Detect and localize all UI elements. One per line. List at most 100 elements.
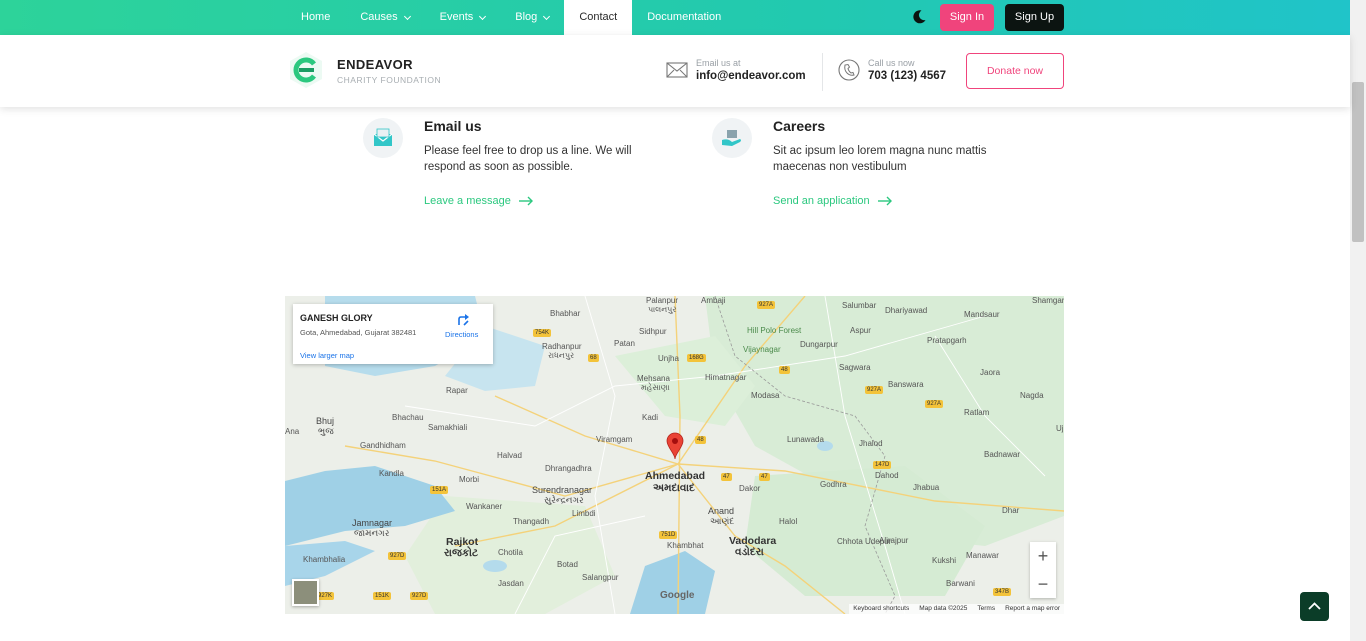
map-city-label: જામનગર xyxy=(354,528,390,538)
nav-item-label: Blog xyxy=(515,11,538,23)
place-name: GANESH GLORY xyxy=(300,313,373,323)
keyboard-shortcuts-link[interactable]: Keyboard shortcuts xyxy=(853,604,909,614)
map-city-label: Banswara xyxy=(888,380,924,389)
chevron-down-icon xyxy=(543,12,551,20)
scrollbar-thumb[interactable] xyxy=(1352,82,1364,242)
send-application-link[interactable]: Send an application xyxy=(773,195,893,207)
map-city-label: વડોદરા xyxy=(735,546,764,558)
zoom-in-button[interactable]: + xyxy=(1030,542,1056,570)
map-data-text: Map data ©2025 xyxy=(919,605,968,612)
map-city-label: Unjha xyxy=(658,354,679,363)
sign-up-button[interactable]: Sign Up xyxy=(1005,4,1064,31)
map-city-label: Jhalod xyxy=(859,439,883,448)
road-shield: 927A xyxy=(865,386,884,394)
map-city-label: Jasdan xyxy=(498,579,524,588)
map-city-label: Khambhat xyxy=(667,541,704,550)
map-attribution: Keyboard shortcuts Map data ©2025 Terms … xyxy=(849,604,1064,614)
nav-item-events[interactable]: Events xyxy=(425,0,501,35)
map-city-label: Kukshi xyxy=(932,556,957,565)
map-city-label: Nagda xyxy=(1020,391,1044,400)
map-city-label: Khambhalia xyxy=(303,555,346,564)
map-city-label: Lunawada xyxy=(787,435,824,444)
map-city-label: Godhra xyxy=(820,480,847,489)
phone-link[interactable]: 703 (123) 4567 xyxy=(868,70,946,82)
map-city-label: Morbi xyxy=(459,475,480,484)
brand-tagline: CHARITY FOUNDATION xyxy=(337,75,442,85)
directions-link[interactable]: Directions xyxy=(445,330,478,339)
card-link-label: Send an application xyxy=(773,195,870,207)
map-city-label: Kandla xyxy=(379,469,404,478)
careers-icon xyxy=(712,118,752,158)
road-shield: 927D xyxy=(410,592,429,600)
map-city-label: Bhabhar xyxy=(550,309,581,318)
moon-icon[interactable] xyxy=(911,9,927,25)
map-city-label: રાધનપુર xyxy=(548,351,575,360)
map-city-label: Rapar xyxy=(446,386,468,395)
scroll-to-top-button[interactable] xyxy=(1300,592,1329,621)
place-address: Gota, Ahmedabad, Gujarat 382481 xyxy=(300,328,417,337)
nav-item-documentation[interactable]: Documentation xyxy=(632,0,736,35)
map-city-label: Palanpur xyxy=(646,296,679,305)
nav-item-label: Causes xyxy=(360,11,398,23)
chevron-up-icon xyxy=(1308,602,1321,610)
map-city-label: Manawar xyxy=(966,551,999,560)
map-city-label: Bhuj xyxy=(316,416,335,426)
map-city-label: Dahod xyxy=(875,471,899,480)
chevron-down-icon xyxy=(479,12,487,20)
mail-icon xyxy=(363,118,403,158)
donate-button[interactable]: Donate now xyxy=(966,53,1064,89)
map-city-label: Uj xyxy=(1056,424,1064,433)
arrow-right-icon xyxy=(518,196,533,206)
map-city-label: Kadi xyxy=(642,413,659,422)
card-text-email: Please feel free to drop us a line. We w… xyxy=(424,145,632,173)
map-city-label: પાલનપુર xyxy=(648,305,677,314)
email-label: Email us at xyxy=(696,58,741,68)
zoom-out-button[interactable]: − xyxy=(1030,570,1056,598)
road-shield: 927A xyxy=(925,400,944,408)
map-city-label: સુરેન્દ્રનગર xyxy=(544,495,584,505)
map-city-label: Alirajpur xyxy=(879,536,909,545)
map-city-label: Barwani xyxy=(946,579,975,588)
chevron-down-icon xyxy=(403,12,411,20)
map-city-label: Chotila xyxy=(498,548,523,557)
nav-item-home[interactable]: Home xyxy=(286,0,345,35)
directions-icon[interactable] xyxy=(456,312,470,326)
map-city-label: Halol xyxy=(779,517,798,526)
map-zoom-controls: + − xyxy=(1030,542,1056,598)
card-title-careers: Careers xyxy=(773,118,826,134)
top-navbar: Home Causes Events Blog Contact Document… xyxy=(0,0,1350,35)
brand-name[interactable]: ENDEAVOR xyxy=(337,57,413,72)
map-city-label: Ahmedabad xyxy=(645,470,706,482)
card-link-label: Leave a message xyxy=(424,195,511,207)
map-city-label: Viramgam xyxy=(596,435,633,444)
page-scrollbar[interactable] xyxy=(1350,0,1366,641)
map-city-label: Radhanpur xyxy=(542,342,582,351)
map-city-label: Limbdi xyxy=(572,509,596,518)
card-title-email: Email us xyxy=(424,118,482,134)
sign-in-button[interactable]: Sign In xyxy=(940,4,994,31)
email-link[interactable]: info@endeavor.com xyxy=(696,70,806,82)
nav-item-causes[interactable]: Causes xyxy=(345,0,424,35)
endeavor-logo-icon[interactable] xyxy=(287,51,325,89)
report-error-link[interactable]: Report a map error xyxy=(1005,604,1060,614)
view-larger-map-link[interactable]: View larger map xyxy=(300,351,354,360)
terms-link[interactable]: Terms xyxy=(977,604,995,614)
street-view-icon[interactable] xyxy=(292,579,319,606)
leave-message-link[interactable]: Leave a message xyxy=(424,195,534,207)
map-city-label: Modasa xyxy=(751,391,780,400)
road-shield: 168G xyxy=(687,354,706,362)
map-city-label: રાજકોટ xyxy=(444,547,479,559)
nav-item-contact[interactable]: Contact xyxy=(564,0,633,35)
site-header: ENDEAVOR CHARITY FOUNDATION Email us at … xyxy=(0,35,1350,107)
map-city-label: Jamnagar xyxy=(352,518,393,528)
road-shield: 68 xyxy=(588,354,599,362)
nav-item-blog[interactable]: Blog xyxy=(500,0,564,35)
location-pin-icon[interactable] xyxy=(666,432,684,460)
map-city-label: Jaora xyxy=(980,368,1001,377)
nav-item-label: Home xyxy=(301,11,331,23)
header-divider xyxy=(822,53,823,91)
map-city-label: Ana xyxy=(285,427,300,436)
main-menu: Home Causes Events Blog Contact Document… xyxy=(286,0,736,35)
google-map[interactable]: Ahmedabad અમદાવાદ Vadodara વડોદરા Rajkot… xyxy=(285,296,1064,614)
map-city-label: Mehsana xyxy=(637,374,670,383)
